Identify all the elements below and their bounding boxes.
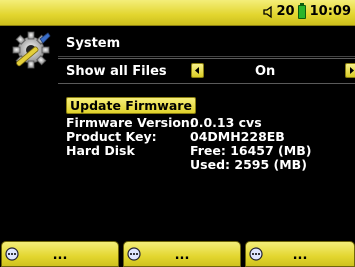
hard-disk-label: Hard Disk (66, 143, 135, 158)
disk-free-value: Free: 16457 (MB) (190, 143, 312, 158)
softkey-1-label: ... (52, 248, 68, 263)
page-title: System (66, 36, 121, 51)
disk-used-value: Used: 2595 (MB) (190, 157, 307, 172)
settings-tools-icon (12, 31, 51, 69)
product-key-label: Product Key: (66, 129, 157, 144)
next-value-button[interactable] (345, 63, 355, 78)
softkey-3[interactable]: ... (245, 241, 355, 267)
product-key-value: 04DMH228EB (190, 129, 285, 144)
update-firmware-button[interactable]: Update Firmware (66, 97, 196, 114)
status-indicators: 20 10:09 (262, 2, 351, 19)
softkey-3-label: ... (292, 248, 308, 263)
clock: 10:09 (309, 4, 351, 19)
firmware-version-label: Firmware Version: (66, 115, 195, 130)
softkey-2-label: ... (174, 248, 190, 263)
sidebar (0, 27, 60, 232)
softkey-2[interactable]: ... (123, 241, 241, 267)
previous-value-button[interactable] (191, 63, 204, 78)
status-bar: 20 10:09 (0, 0, 355, 26)
firmware-version-value: 0.0.13 cvs (190, 115, 262, 130)
battery-icon (297, 2, 306, 19)
setting-label: Show all Files (66, 64, 167, 79)
left-arrow-icon (195, 67, 199, 74)
softkey-1[interactable]: ... (1, 241, 119, 267)
volume-level: 20 (276, 4, 295, 19)
right-arrow-icon (350, 67, 354, 74)
speaker-icon (262, 5, 272, 18)
setting-value: On (255, 64, 276, 79)
